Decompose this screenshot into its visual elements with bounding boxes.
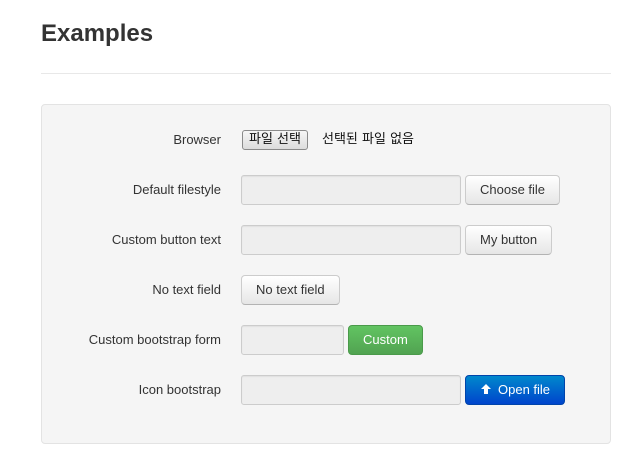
custom-bootstrap-field[interactable]: [241, 325, 344, 355]
row-label-default-filestyle: Default filestyle: [132, 182, 221, 197]
choose-file-button[interactable]: Choose file: [465, 175, 561, 205]
row-browser: Browser 파일 선택 선택된 파일 없음: [42, 125, 610, 155]
row-default-filestyle: Default filestyle Choose file: [42, 175, 610, 205]
page-title: Examples: [41, 20, 154, 47]
icon-bootstrap-field[interactable]: [241, 375, 461, 405]
custom-button[interactable]: Custom: [348, 325, 423, 355]
row-label-browser: Browser: [173, 132, 221, 147]
row-custom-bootstrap-form: Custom bootstrap form Custom: [42, 325, 610, 355]
row-icon-bootstrap: Icon bootstrap Open file: [42, 375, 610, 405]
arrow-up-icon: [481, 384, 491, 394]
row-no-text-field: No text field No text field: [42, 275, 610, 305]
row-label-custom-bootstrap-form: Custom bootstrap form: [88, 332, 221, 347]
no-text-field-button[interactable]: No text field: [241, 275, 340, 305]
open-file-label: Open file: [498, 382, 551, 397]
title-divider: [41, 73, 611, 74]
row-label-icon-bootstrap: Icon bootstrap: [138, 382, 221, 397]
custom-button-text-field[interactable]: [241, 225, 461, 255]
row-custom-button-text: Custom button text My button: [42, 225, 610, 255]
native-file-choose-button[interactable]: 파일 선택: [242, 130, 308, 150]
examples-panel: Browser 파일 선택 선택된 파일 없음 Default filestyl…: [41, 104, 611, 444]
default-filestyle-field[interactable]: [241, 175, 461, 205]
my-button[interactable]: My button: [465, 225, 553, 255]
native-file-status: 선택된 파일 없음: [322, 132, 414, 147]
row-label-no-text-field: No text field: [152, 282, 221, 297]
row-label-custom-button-text: Custom button text: [111, 232, 221, 247]
open-file-button[interactable]: Open file: [465, 375, 566, 405]
